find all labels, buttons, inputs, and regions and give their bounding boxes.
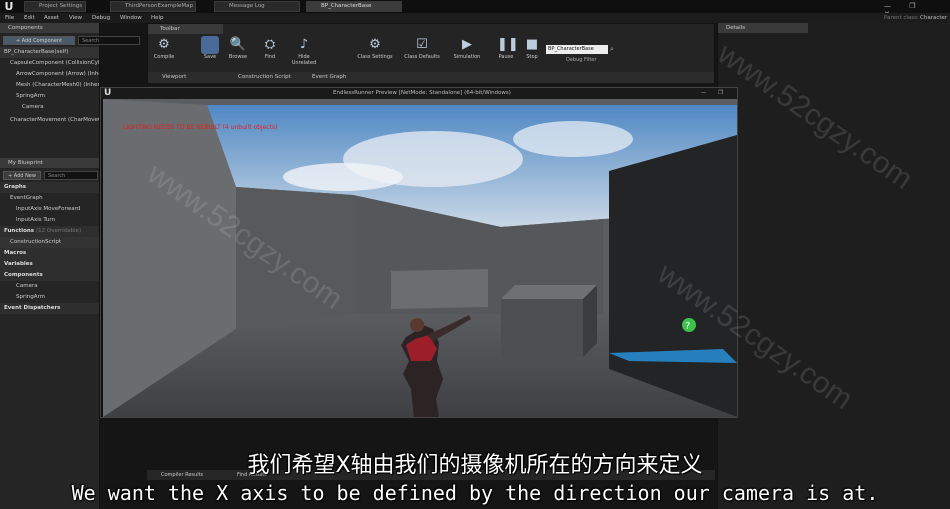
- tree-item-camera[interactable]: Camera: [0, 102, 99, 113]
- menu-window[interactable]: Window: [120, 13, 142, 23]
- toolbar-panel: Toolbar ⚙ Compile Save 🔍 Browse ⛭ Find ♪ Hid…: [147, 23, 715, 83]
- functions-count: (12 Overridable): [35, 228, 82, 234]
- menu-debug[interactable]: Debug: [92, 13, 110, 23]
- editor-tab-bar: Viewport Construction Script Event Graph: [148, 72, 714, 83]
- tab-label: Project Settings: [39, 3, 83, 9]
- parent-class-label: Parent class:: [884, 15, 919, 21]
- box-back: [391, 269, 488, 309]
- browse-label: Browse: [228, 54, 248, 60]
- menu-edit[interactable]: Edit: [24, 13, 35, 23]
- tab-label: BP_CharacterBase: [321, 3, 372, 9]
- functions-section[interactable]: Functions (12 Overridable): [0, 226, 99, 237]
- pause-icon: ❚❚: [497, 37, 519, 52]
- tab-construction-script[interactable]: Construction Script: [238, 72, 291, 83]
- class-defaults-label: Class Defaults: [404, 54, 440, 60]
- toolbar-header: Toolbar: [148, 24, 223, 34]
- svg-text:?: ?: [685, 321, 690, 332]
- stop-label: Stop: [526, 54, 538, 60]
- tab-bp-characterbase[interactable]: BP_CharacterBase: [306, 1, 402, 12]
- tab-thirdperson-map[interactable]: ThirdPersonExampleMap: [110, 1, 196, 12]
- simulation-icon: ▶: [462, 37, 472, 52]
- graph-turn[interactable]: InputAxis Turn: [0, 215, 99, 226]
- components-section[interactable]: Components: [0, 270, 99, 281]
- save-icon: [201, 36, 219, 54]
- box-front-top: [501, 285, 597, 299]
- tree-item-capsule[interactable]: CapsuleComponent (CollisionCylinder) (In…: [0, 58, 99, 69]
- binoculars-icon: ⛭: [264, 37, 276, 52]
- window-controls[interactable]: — ❐ ✕: [884, 2, 944, 18]
- variables-section[interactable]: Variables: [0, 259, 99, 270]
- cloud: [283, 163, 403, 191]
- debug-filter-label: Debug Filter: [566, 57, 597, 63]
- tab-viewport[interactable]: Viewport: [162, 72, 186, 83]
- unreal-logo-icon: U: [104, 88, 112, 98]
- menu-bar: File Edit Asset View Debug Window Help P…: [0, 13, 950, 23]
- class-settings-label: Class Settings: [357, 54, 393, 60]
- subtitle-chinese: 我们希望X轴由我们的摄像机所在的方向来定义: [247, 453, 703, 478]
- graphs-section[interactable]: Graphs: [0, 182, 99, 193]
- parent-class-value: Character: [920, 15, 948, 21]
- details-header: Details: [718, 23, 808, 33]
- lighting-warning: LIGHTING NEEDS TO BE REBUILT (4 unbuilt …: [123, 124, 277, 131]
- stop-icon: ■: [525, 37, 539, 52]
- tree-item-springarm[interactable]: SpringArm: [0, 91, 99, 102]
- pause-label: Pause: [498, 54, 514, 60]
- document-tab-strip: U Project Settings ThirdPersonExampleMap…: [0, 0, 950, 18]
- tab-label: ThirdPersonExampleMap: [125, 3, 193, 9]
- menu-asset[interactable]: Asset: [44, 13, 59, 23]
- components-search-input[interactable]: Search: [78, 36, 140, 45]
- tab-message-log[interactable]: Message Log: [214, 1, 300, 12]
- graph-moveforward[interactable]: InputAxis MoveForward: [0, 204, 99, 215]
- functions-label: Functions: [4, 228, 35, 234]
- menu-file[interactable]: File: [5, 13, 14, 23]
- cloud: [513, 121, 633, 157]
- hide-unrelated-label: Hide Unrelated: [291, 54, 317, 66]
- preview-title: EndlessRunner Preview [NetMode: Standalo…: [333, 90, 511, 96]
- menu-view[interactable]: View: [69, 13, 82, 23]
- left-panel: Components + Add Component Search BP_Cha…: [0, 23, 140, 509]
- event-dispatchers-section[interactable]: Event Dispatchers: [0, 303, 99, 314]
- tree-item-charmovement[interactable]: CharacterMovement (CharMoveComp) (Inheri…: [0, 115, 99, 126]
- hide-icon: ♪: [299, 37, 309, 52]
- macros-section[interactable]: Macros: [0, 248, 99, 259]
- menu-help[interactable]: Help: [151, 13, 164, 23]
- components-panel-header: Components: [0, 23, 99, 33]
- compile-label: Compile: [153, 54, 175, 60]
- tab-event-graph[interactable]: Event Graph: [312, 72, 346, 83]
- game-preview-window: U EndlessRunner Preview [NetMode: Standa…: [100, 87, 738, 418]
- gear-icon: ⚙: [158, 37, 170, 52]
- my-blueprint-header: My Blueprint: [0, 158, 99, 168]
- debug-object-select[interactable]: BP_CharacterBase: [546, 45, 608, 54]
- game-viewport[interactable]: ? LIGHTING NEEDS TO BE REBUILT (4 unbuil…: [103, 99, 737, 417]
- add-new-button[interactable]: + Add New: [3, 171, 41, 180]
- tab-project-settings[interactable]: Project Settings: [24, 1, 86, 12]
- scene-render: ? LIGHTING NEEDS TO BE REBUILT (4 unbuil…: [103, 99, 737, 417]
- tree-item-self[interactable]: BP_CharacterBase(self): [0, 47, 99, 58]
- graph-eventgraph[interactable]: EventGraph: [0, 193, 99, 204]
- tab-label: Message Log: [229, 3, 265, 9]
- subtitle-english: We want the X axis to be defined by the …: [71, 481, 879, 505]
- search-icon[interactable]: ⌕: [610, 45, 614, 54]
- function-constructionscript[interactable]: ConstructionScript: [0, 237, 99, 248]
- var-camera[interactable]: Camera: [0, 281, 99, 292]
- tree-item-mesh[interactable]: Mesh (CharacterMesh0) (Inherited): [0, 80, 99, 91]
- blueprint-search-input[interactable]: Search: [44, 171, 98, 180]
- preview-titlebar: U EndlessRunner Preview [NetMode: Standa…: [101, 88, 737, 107]
- find-label: Find: [264, 54, 276, 60]
- add-component-button[interactable]: + Add Component: [3, 36, 75, 45]
- unreal-logo-icon: U: [4, 0, 14, 13]
- var-springarm[interactable]: SpringArm: [0, 292, 99, 303]
- tree-item-arrow[interactable]: ArrowComponent (Arrow) (Inherited): [0, 69, 99, 80]
- save-label: Save: [203, 54, 217, 60]
- details-panel: Details: [717, 23, 950, 509]
- browse-icon: 🔍: [229, 37, 247, 52]
- simulation-label: Simulation: [453, 54, 481, 60]
- defaults-icon: ☑: [416, 37, 428, 52]
- box-front: [501, 299, 583, 357]
- gear-icon: ⚙: [369, 37, 381, 52]
